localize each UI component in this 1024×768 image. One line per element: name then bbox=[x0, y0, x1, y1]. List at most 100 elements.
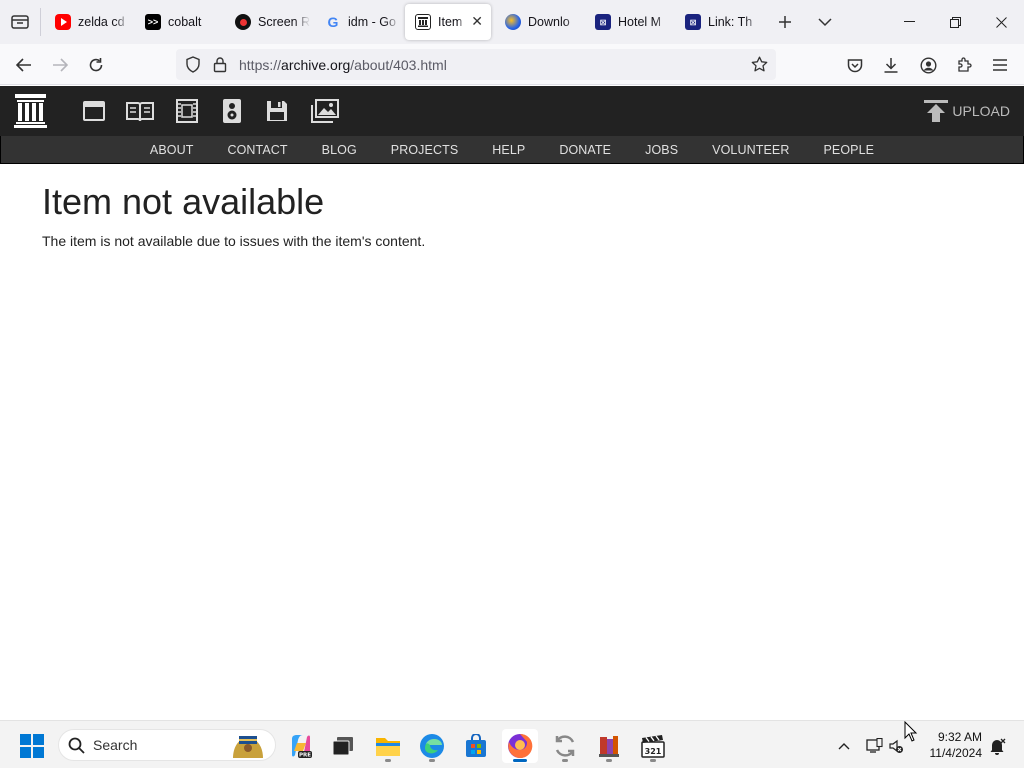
cobalt-icon: >> bbox=[145, 14, 161, 30]
url-domain: archive.org bbox=[281, 57, 351, 73]
tab-label: cobalt bbox=[168, 15, 202, 29]
chevron-down-icon bbox=[818, 18, 832, 27]
back-button[interactable] bbox=[9, 50, 39, 80]
reload-icon bbox=[89, 58, 103, 72]
book-stack-icon bbox=[599, 736, 619, 757]
reload-button[interactable] bbox=[81, 50, 111, 80]
app-menu-button[interactable] bbox=[985, 50, 1015, 80]
restore-button[interactable] bbox=[932, 0, 978, 44]
hotel-icon: ⊠ bbox=[595, 14, 611, 30]
upload-button[interactable]: UPLOAD bbox=[924, 100, 1010, 122]
edge-icon bbox=[420, 734, 444, 758]
copilot-icon: PRE bbox=[292, 735, 312, 759]
list-all-tabs-button[interactable] bbox=[805, 0, 845, 44]
page-title: Item not available bbox=[42, 181, 325, 222]
forward-button[interactable] bbox=[45, 50, 75, 80]
tab-strip: zelda cd >> cobalt Screen R G idm - Go I… bbox=[0, 0, 1024, 44]
taskbar-task-view[interactable] bbox=[325, 729, 361, 763]
tab-hotel[interactable]: ⊠ Hotel M bbox=[585, 4, 671, 40]
tab-download[interactable]: Downlo bbox=[495, 4, 581, 40]
hamburger-menu-icon bbox=[993, 59, 1007, 71]
upload-icon bbox=[924, 100, 949, 122]
tab-label: idm - Go bbox=[348, 15, 396, 29]
taskbar-edge[interactable] bbox=[414, 729, 450, 763]
taskbar-sync-app[interactable] bbox=[547, 729, 583, 763]
pocket-button[interactable] bbox=[840, 50, 870, 80]
minimize-button[interactable] bbox=[886, 0, 932, 44]
bookmark-star-icon[interactable] bbox=[751, 56, 768, 73]
clock[interactable]: 9:32 AM 11/4/2024 bbox=[930, 729, 983, 761]
nav-link-blog[interactable]: BLOG bbox=[305, 143, 374, 157]
search-highlight-icon bbox=[233, 736, 263, 758]
svg-text:PRE: PRE bbox=[299, 753, 311, 759]
internet-archive-icon bbox=[415, 14, 431, 30]
nav-link-contact[interactable]: CONTACT bbox=[210, 143, 304, 157]
notification-bell-icon bbox=[990, 738, 1006, 755]
web-icon[interactable] bbox=[83, 101, 105, 121]
screen-recorder-icon bbox=[235, 14, 251, 30]
tab-screen-recorder[interactable]: Screen R bbox=[225, 4, 311, 40]
nav-link-help[interactable]: HELP bbox=[475, 143, 542, 157]
close-tab-icon[interactable]: ✕ bbox=[471, 14, 483, 28]
taskbar-video-editor[interactable]: 321 bbox=[635, 729, 671, 763]
internet-archive-logo-icon[interactable] bbox=[14, 93, 47, 128]
images-icon[interactable] bbox=[311, 99, 339, 123]
back-arrow-icon bbox=[16, 58, 31, 72]
tab-item-not-available[interactable]: Item n ✕ bbox=[405, 4, 491, 40]
close-icon bbox=[995, 16, 1007, 28]
notifications-button[interactable] bbox=[984, 729, 1010, 763]
tab-label: Link: Th bbox=[708, 15, 753, 29]
url-text[interactable]: https://archive.org/about/403.html bbox=[239, 57, 447, 73]
network-volume-tray[interactable] bbox=[862, 729, 908, 763]
texts-icon[interactable] bbox=[126, 100, 154, 122]
taskbar-file-explorer[interactable] bbox=[370, 729, 406, 763]
downloads-button[interactable] bbox=[876, 50, 906, 80]
video-icon[interactable] bbox=[176, 99, 198, 123]
software-icon[interactable] bbox=[266, 100, 288, 122]
new-tab-button[interactable] bbox=[765, 0, 805, 44]
shield-icon[interactable] bbox=[185, 56, 201, 73]
nav-link-donate[interactable]: DONATE bbox=[542, 143, 628, 157]
taskbar-copilot[interactable]: PRE bbox=[283, 729, 319, 763]
pocket-icon bbox=[847, 58, 863, 72]
nav-link-jobs[interactable]: JOBS bbox=[628, 143, 695, 157]
show-hidden-icons-button[interactable] bbox=[832, 729, 856, 763]
address-bar[interactable]: https://archive.org/about/403.html bbox=[176, 49, 776, 80]
google-icon: G bbox=[327, 14, 339, 30]
lock-icon[interactable] bbox=[213, 56, 227, 73]
minimize-icon bbox=[903, 21, 915, 22]
taskbar-search[interactable]: Search bbox=[58, 729, 276, 761]
url-path: /about/403.html bbox=[350, 57, 447, 73]
taskbar-store[interactable] bbox=[458, 729, 494, 763]
restore-icon bbox=[949, 16, 961, 28]
nav-link-people[interactable]: PEOPLE bbox=[806, 143, 891, 157]
tab-label: zelda cd bbox=[78, 15, 125, 29]
start-button[interactable] bbox=[14, 729, 50, 763]
tab-link[interactable]: ⊠ Link: Th bbox=[675, 4, 761, 40]
audio-icon[interactable] bbox=[222, 98, 242, 124]
clock-time: 9:32 AM bbox=[937, 730, 982, 744]
firefox-view-icon bbox=[11, 15, 29, 29]
tab-cobalt[interactable]: >> cobalt bbox=[135, 4, 221, 40]
forward-arrow-icon bbox=[53, 58, 68, 72]
error-message: The item is not available due to issues … bbox=[42, 233, 426, 249]
extensions-button[interactable] bbox=[949, 50, 979, 80]
firefox-icon bbox=[508, 733, 533, 758]
nav-link-projects[interactable]: PROJECTS bbox=[374, 143, 475, 157]
navigation-toolbar: https://archive.org/about/403.html bbox=[0, 44, 1024, 85]
nav-link-about[interactable]: ABOUT bbox=[133, 143, 211, 157]
account-button[interactable] bbox=[913, 50, 943, 80]
tab-divider bbox=[40, 8, 41, 36]
taskbar-firefox[interactable] bbox=[502, 729, 538, 763]
svg-text:321: 321 bbox=[645, 747, 662, 756]
tab-idm-google[interactable]: G idm - Go bbox=[315, 4, 401, 40]
site-header: UPLOAD bbox=[0, 86, 1024, 136]
active-indicator bbox=[513, 759, 527, 762]
tab-zelda[interactable]: zelda cd bbox=[45, 4, 131, 40]
firefox-view-button[interactable] bbox=[0, 0, 40, 44]
nav-link-volunteer[interactable]: VOLUNTEER bbox=[695, 143, 806, 157]
taskbar-archive-app[interactable] bbox=[591, 729, 627, 763]
close-window-button[interactable] bbox=[978, 0, 1024, 44]
tab-label: Item n bbox=[438, 15, 466, 29]
tab-label: Screen R bbox=[258, 15, 310, 29]
